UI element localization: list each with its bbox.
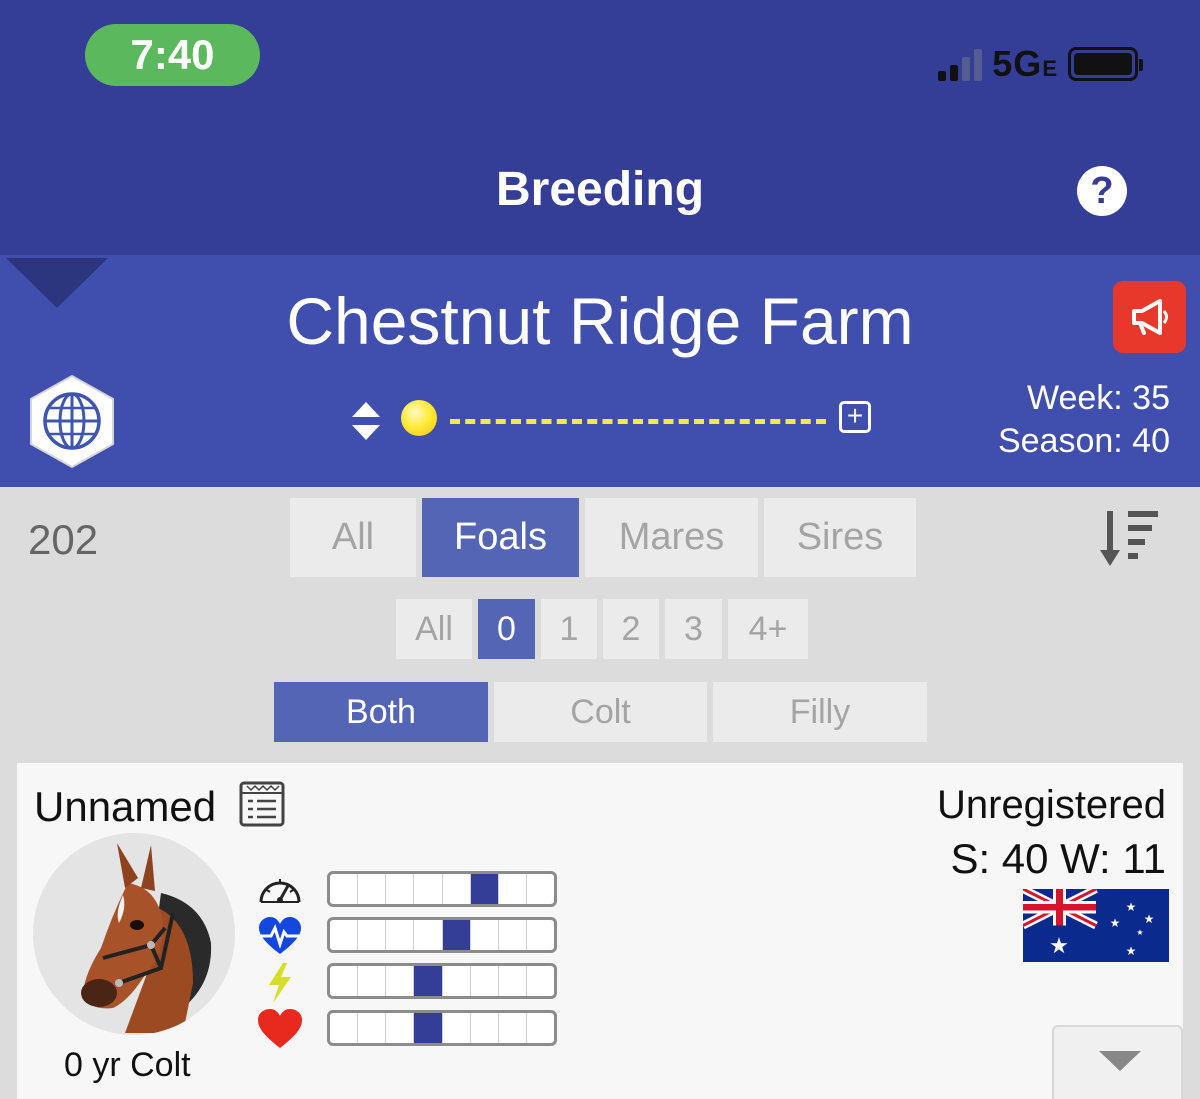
svg-text:★: ★ xyxy=(1126,944,1137,958)
stat-cell xyxy=(386,966,415,996)
network-type: 5G xyxy=(992,43,1043,84)
age-3[interactable]: 3 xyxy=(665,599,722,659)
horse-name: Unnamed xyxy=(34,783,217,830)
globe-icon xyxy=(30,374,114,469)
stat-level-marker xyxy=(414,966,443,996)
svg-text:★: ★ xyxy=(1110,916,1121,930)
timeline-dashes xyxy=(450,419,826,424)
season-week-label: S: 40 W: 11 xyxy=(950,835,1166,882)
age-filter: All 0 1 2 3 4+ xyxy=(396,599,808,659)
page-title: Breeding xyxy=(495,163,705,216)
type-filter: All Foals Mares Sires xyxy=(290,498,916,577)
age-1[interactable]: 1 xyxy=(541,599,597,659)
expand-button[interactable] xyxy=(1052,1025,1183,1099)
heart-icon xyxy=(258,1009,302,1048)
stat-cell xyxy=(471,1013,499,1043)
globe-button[interactable] xyxy=(28,373,116,470)
stat-cell xyxy=(499,1013,527,1043)
stat-cell xyxy=(358,874,387,904)
stat-cell xyxy=(330,920,359,950)
stat-cell xyxy=(358,920,387,950)
stat-cell xyxy=(386,920,415,950)
stat-cell xyxy=(527,874,554,904)
week-season: Week: 35 Season: 40 xyxy=(998,377,1170,463)
stat-cell xyxy=(527,1013,554,1043)
horse-count: 202 xyxy=(28,516,99,563)
status-time: 7:40 xyxy=(85,24,260,86)
stat-cell xyxy=(414,920,443,950)
stat-cell xyxy=(386,1013,415,1043)
registration-status: Unregistered xyxy=(936,783,1166,827)
svg-text:★: ★ xyxy=(1144,912,1155,926)
stat-level-marker xyxy=(442,920,471,950)
age-4-plus[interactable]: 4+ xyxy=(728,599,808,659)
stat-cell xyxy=(499,874,527,904)
horse-portrait[interactable] xyxy=(33,833,235,1035)
stat-cell xyxy=(330,874,359,904)
tab-sires[interactable]: Sires xyxy=(764,498,916,577)
stat-cell xyxy=(527,920,554,950)
tab-mares[interactable]: Mares xyxy=(585,498,758,577)
notes-icon[interactable] xyxy=(239,781,285,827)
stat-cell xyxy=(414,874,443,904)
farm-header: Chestnut Ridge Farm + Week: 35 Season: 4… xyxy=(0,255,1200,487)
lightning-icon xyxy=(269,963,291,1003)
network-suffix: E xyxy=(1042,56,1058,81)
stat-cell xyxy=(358,1013,387,1043)
sort-icon[interactable] xyxy=(1098,508,1162,568)
svg-text:★: ★ xyxy=(1126,900,1137,914)
age-0[interactable]: 0 xyxy=(478,599,535,659)
sex-filter: Both Colt Filly xyxy=(274,682,927,742)
top-bar: 7:40 5GE Breeding ? xyxy=(0,0,1200,255)
stat-cell xyxy=(386,874,415,904)
battery-icon xyxy=(1068,47,1143,81)
svg-text:★: ★ xyxy=(1136,928,1143,937)
australia-flag-icon: ★ ★ ★ ★ ★ ★ xyxy=(1023,889,1169,962)
stat-cell xyxy=(443,966,471,996)
network-label: 5GE xyxy=(992,43,1058,85)
stat-cell xyxy=(330,966,359,996)
heartbeat-icon xyxy=(259,917,301,954)
sun-icon xyxy=(401,400,437,436)
stat-cell xyxy=(443,1013,471,1043)
tab-foals[interactable]: Foals xyxy=(422,498,579,577)
horse-card[interactable]: Unnamed 0 yr Colt Unregistered S: 40 W: … xyxy=(17,763,1183,1099)
energy-stat-bar xyxy=(327,963,557,999)
status-indicators: 5GE xyxy=(938,43,1143,85)
stat-cell xyxy=(471,920,499,950)
chevron-down-icon xyxy=(1099,1051,1141,1071)
svg-text:★: ★ xyxy=(1049,934,1069,959)
stat-level-marker xyxy=(470,874,499,904)
sex-both[interactable]: Both xyxy=(274,682,488,742)
megaphone-icon xyxy=(1131,299,1168,335)
sort-updown-icon[interactable] xyxy=(350,400,382,442)
sex-filly[interactable]: Filly xyxy=(713,682,927,742)
stat-cell xyxy=(358,966,387,996)
announce-button[interactable] xyxy=(1113,281,1186,353)
farm-name: Chestnut Ridge Farm xyxy=(286,284,914,358)
stat-cell xyxy=(499,966,527,996)
age-all[interactable]: All xyxy=(396,599,472,659)
age-2[interactable]: 2 xyxy=(603,599,659,659)
stat-cell xyxy=(471,966,499,996)
sex-colt[interactable]: Colt xyxy=(494,682,707,742)
speedometer-icon xyxy=(259,879,301,903)
speed-stat-bar xyxy=(327,871,557,907)
add-time-button[interactable]: + xyxy=(839,401,871,433)
stat-cell xyxy=(330,1013,359,1043)
horse-head-icon xyxy=(81,843,212,1033)
health-stat-bar xyxy=(327,1010,557,1046)
season-label: Season: 40 xyxy=(997,422,1170,460)
stat-level-marker xyxy=(414,1013,443,1043)
signal-icon xyxy=(938,47,983,81)
stat-cell xyxy=(443,874,471,904)
stamina-stat-bar xyxy=(327,917,557,953)
stat-cell xyxy=(499,920,527,950)
week-label: Week: 35 xyxy=(1026,379,1170,417)
help-button[interactable]: ? xyxy=(1077,166,1127,216)
age-sex-label: 0 yr Colt xyxy=(64,1046,191,1084)
stat-cell xyxy=(527,966,554,996)
tab-all[interactable]: All xyxy=(290,498,416,577)
